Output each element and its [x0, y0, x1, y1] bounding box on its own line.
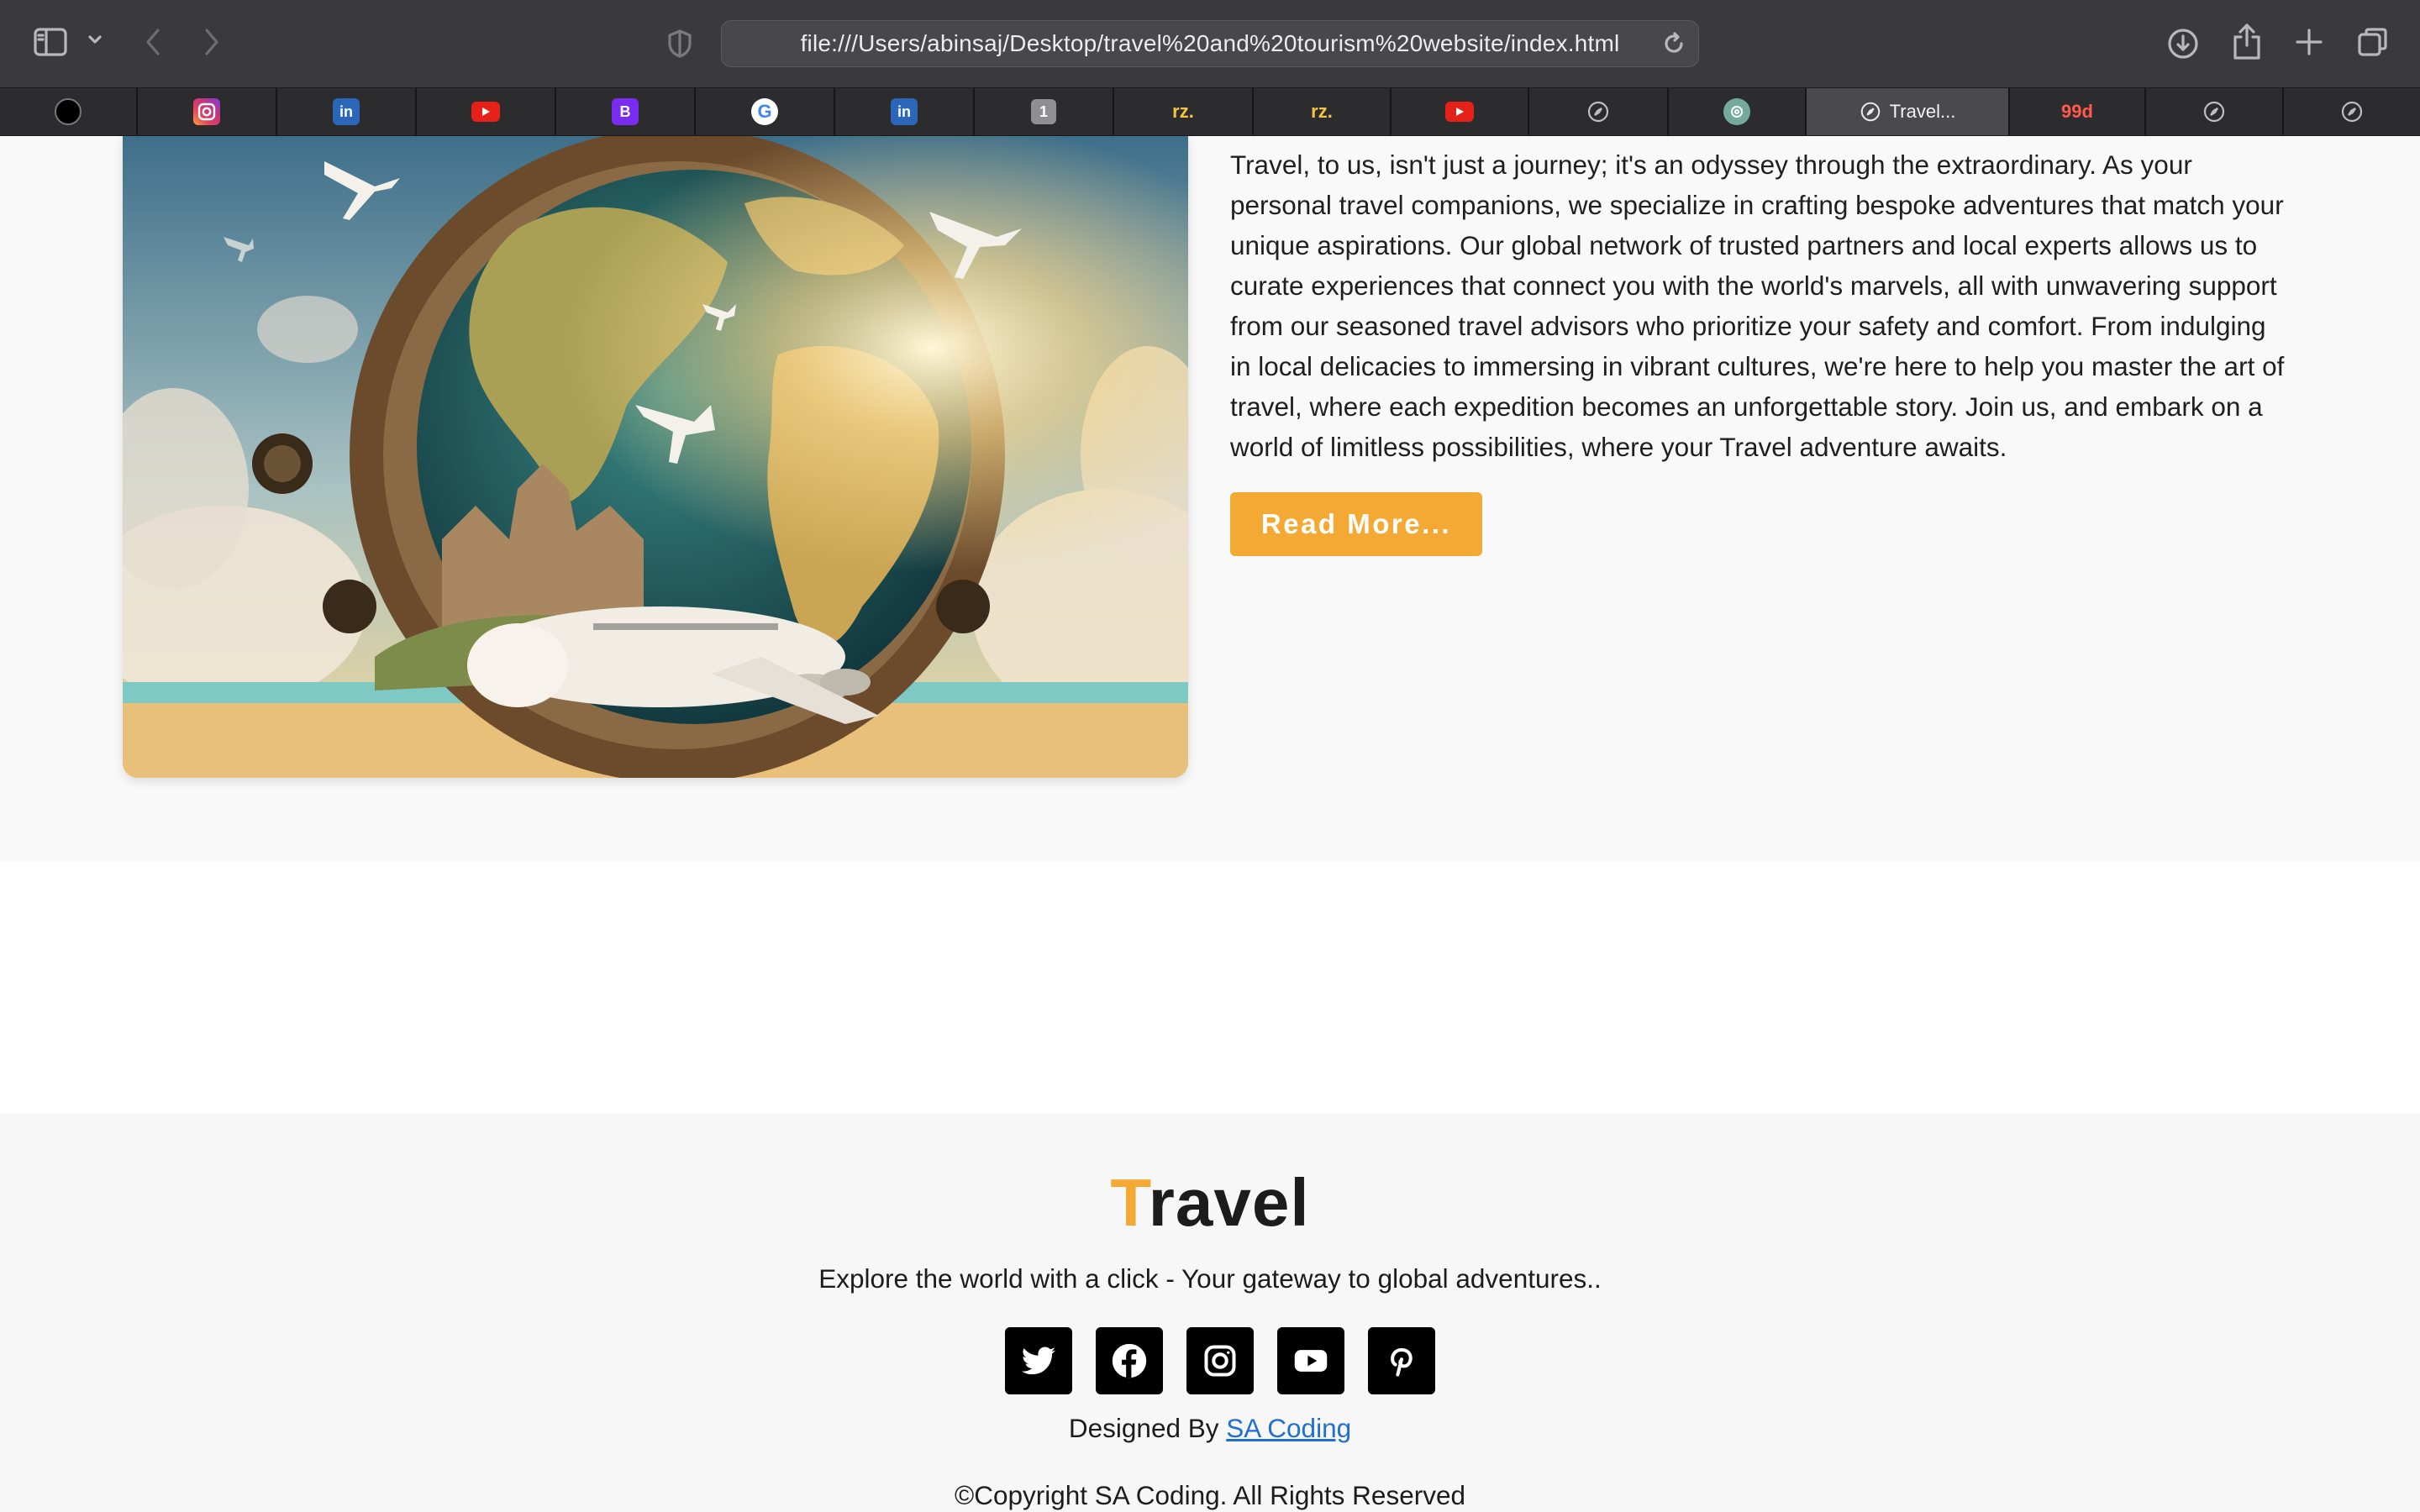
- tab-linkedin-2[interactable]: in: [835, 88, 975, 135]
- tab-account[interactable]: [0, 88, 138, 135]
- tab-rz-2[interactable]: rz.: [1254, 88, 1392, 135]
- bootstrap-icon: B: [612, 98, 639, 125]
- tab-instagram[interactable]: [138, 88, 277, 135]
- designed-by: Designed By SA Coding: [0, 1413, 2420, 1444]
- 99designs-icon: 99d: [2061, 101, 2093, 122]
- back-arrow-icon[interactable]: [143, 27, 163, 57]
- instagram-icon: [1204, 1345, 1236, 1377]
- twitter-icon: [1021, 1347, 1056, 1375]
- tab-linkedin[interactable]: in: [277, 88, 417, 135]
- compass-icon: [2203, 101, 2225, 123]
- number-badge-icon: 1: [1031, 99, 1056, 124]
- tab-travel-active[interactable]: Travel...: [1807, 88, 2010, 135]
- url-text: file:///Users/abinsaj/Desktop/travel%20a…: [800, 30, 1620, 56]
- copyright-text: ©Copyright SA Coding. All Rights Reserve…: [954, 1480, 1465, 1510]
- footer-tagline: Explore the world with a click - Your ga…: [818, 1263, 1602, 1294]
- tab-title: Travel...: [1889, 101, 1956, 122]
- tab-bootstrap[interactable]: B: [556, 88, 696, 135]
- share-icon[interactable]: [2232, 24, 2262, 60]
- footer-logo[interactable]: Travel: [0, 1164, 2420, 1242]
- reload-icon[interactable]: [1661, 31, 1686, 56]
- tab-overview-icon[interactable]: [2356, 25, 2390, 59]
- linkedin-icon: in: [891, 98, 918, 125]
- tab-youtube[interactable]: [417, 88, 556, 135]
- pinterest-link[interactable]: [1368, 1327, 1435, 1394]
- about-paragraph: Travel, to us, isn't just a journey; it'…: [1230, 150, 2285, 462]
- tab-99designs[interactable]: 99d: [2010, 88, 2146, 135]
- youtube-link[interactable]: [1277, 1327, 1344, 1394]
- address-bar[interactable]: file:///Users/abinsaj/Desktop/travel%20a…: [721, 20, 1699, 67]
- designer-link[interactable]: SA Coding: [1226, 1413, 1351, 1443]
- compass-icon: [2341, 101, 2363, 123]
- section-spacer: [0, 862, 2420, 1114]
- instagram-link[interactable]: [1186, 1327, 1254, 1394]
- logo-accent-letter: T: [1110, 1165, 1149, 1240]
- tab-strip: in B G in 1 rz. rz. Travel... 99d: [0, 87, 2420, 136]
- youtube-icon: [1445, 102, 1474, 122]
- google-icon: G: [751, 98, 778, 125]
- facebook-link[interactable]: [1096, 1327, 1163, 1394]
- pinterest-icon: [1391, 1348, 1413, 1377]
- sidebar-toggle-icon[interactable]: [34, 27, 67, 57]
- rz-icon: rz.: [1172, 101, 1194, 122]
- tab-chatgpt[interactable]: [1669, 88, 1807, 135]
- browser-toolbar: file:///Users/abinsaj/Desktop/travel%20a…: [0, 0, 2420, 87]
- youtube-icon: [1294, 1350, 1328, 1372]
- compass-icon: [1860, 102, 1880, 122]
- rz-icon: rz.: [1311, 101, 1333, 122]
- account-avatar-icon: [55, 98, 82, 125]
- downloads-icon[interactable]: [2166, 27, 2200, 60]
- tab-blank-2[interactable]: [2146, 88, 2284, 135]
- about-section: Travel, to us, isn't just a journey; it'…: [0, 136, 2420, 862]
- tab-youtube-2[interactable]: [1392, 88, 1529, 135]
- site-footer: Travel Explore the world with a click - …: [0, 1114, 2420, 1512]
- forward-arrow-icon[interactable]: [202, 27, 222, 57]
- read-more-button[interactable]: Read More...: [1230, 492, 1482, 556]
- logo-text: ravel: [1148, 1165, 1310, 1240]
- new-tab-plus-icon[interactable]: [2294, 27, 2324, 57]
- tab-numbered[interactable]: 1: [975, 88, 1114, 135]
- chatgpt-icon: [1723, 98, 1750, 125]
- travel-globe-image: [123, 136, 1188, 778]
- twitter-link[interactable]: [1005, 1327, 1072, 1394]
- tab-blank-3[interactable]: [2284, 88, 2420, 135]
- privacy-shield-icon[interactable]: [667, 29, 692, 59]
- chevron-down-icon[interactable]: [87, 34, 103, 45]
- tab-rz[interactable]: rz.: [1114, 88, 1254, 135]
- tab-blank[interactable]: [1529, 88, 1669, 135]
- web-page: Travel, to us, isn't just a journey; it'…: [0, 136, 2420, 1512]
- youtube-icon: [471, 102, 500, 122]
- linkedin-icon: in: [333, 98, 360, 125]
- tab-google[interactable]: G: [696, 88, 835, 135]
- facebook-icon: [1112, 1343, 1147, 1378]
- designed-by-prefix: Designed By: [1068, 1413, 1227, 1443]
- social-links: [1005, 1327, 1435, 1394]
- instagram-icon: [193, 98, 220, 125]
- compass-icon: [1587, 101, 1609, 123]
